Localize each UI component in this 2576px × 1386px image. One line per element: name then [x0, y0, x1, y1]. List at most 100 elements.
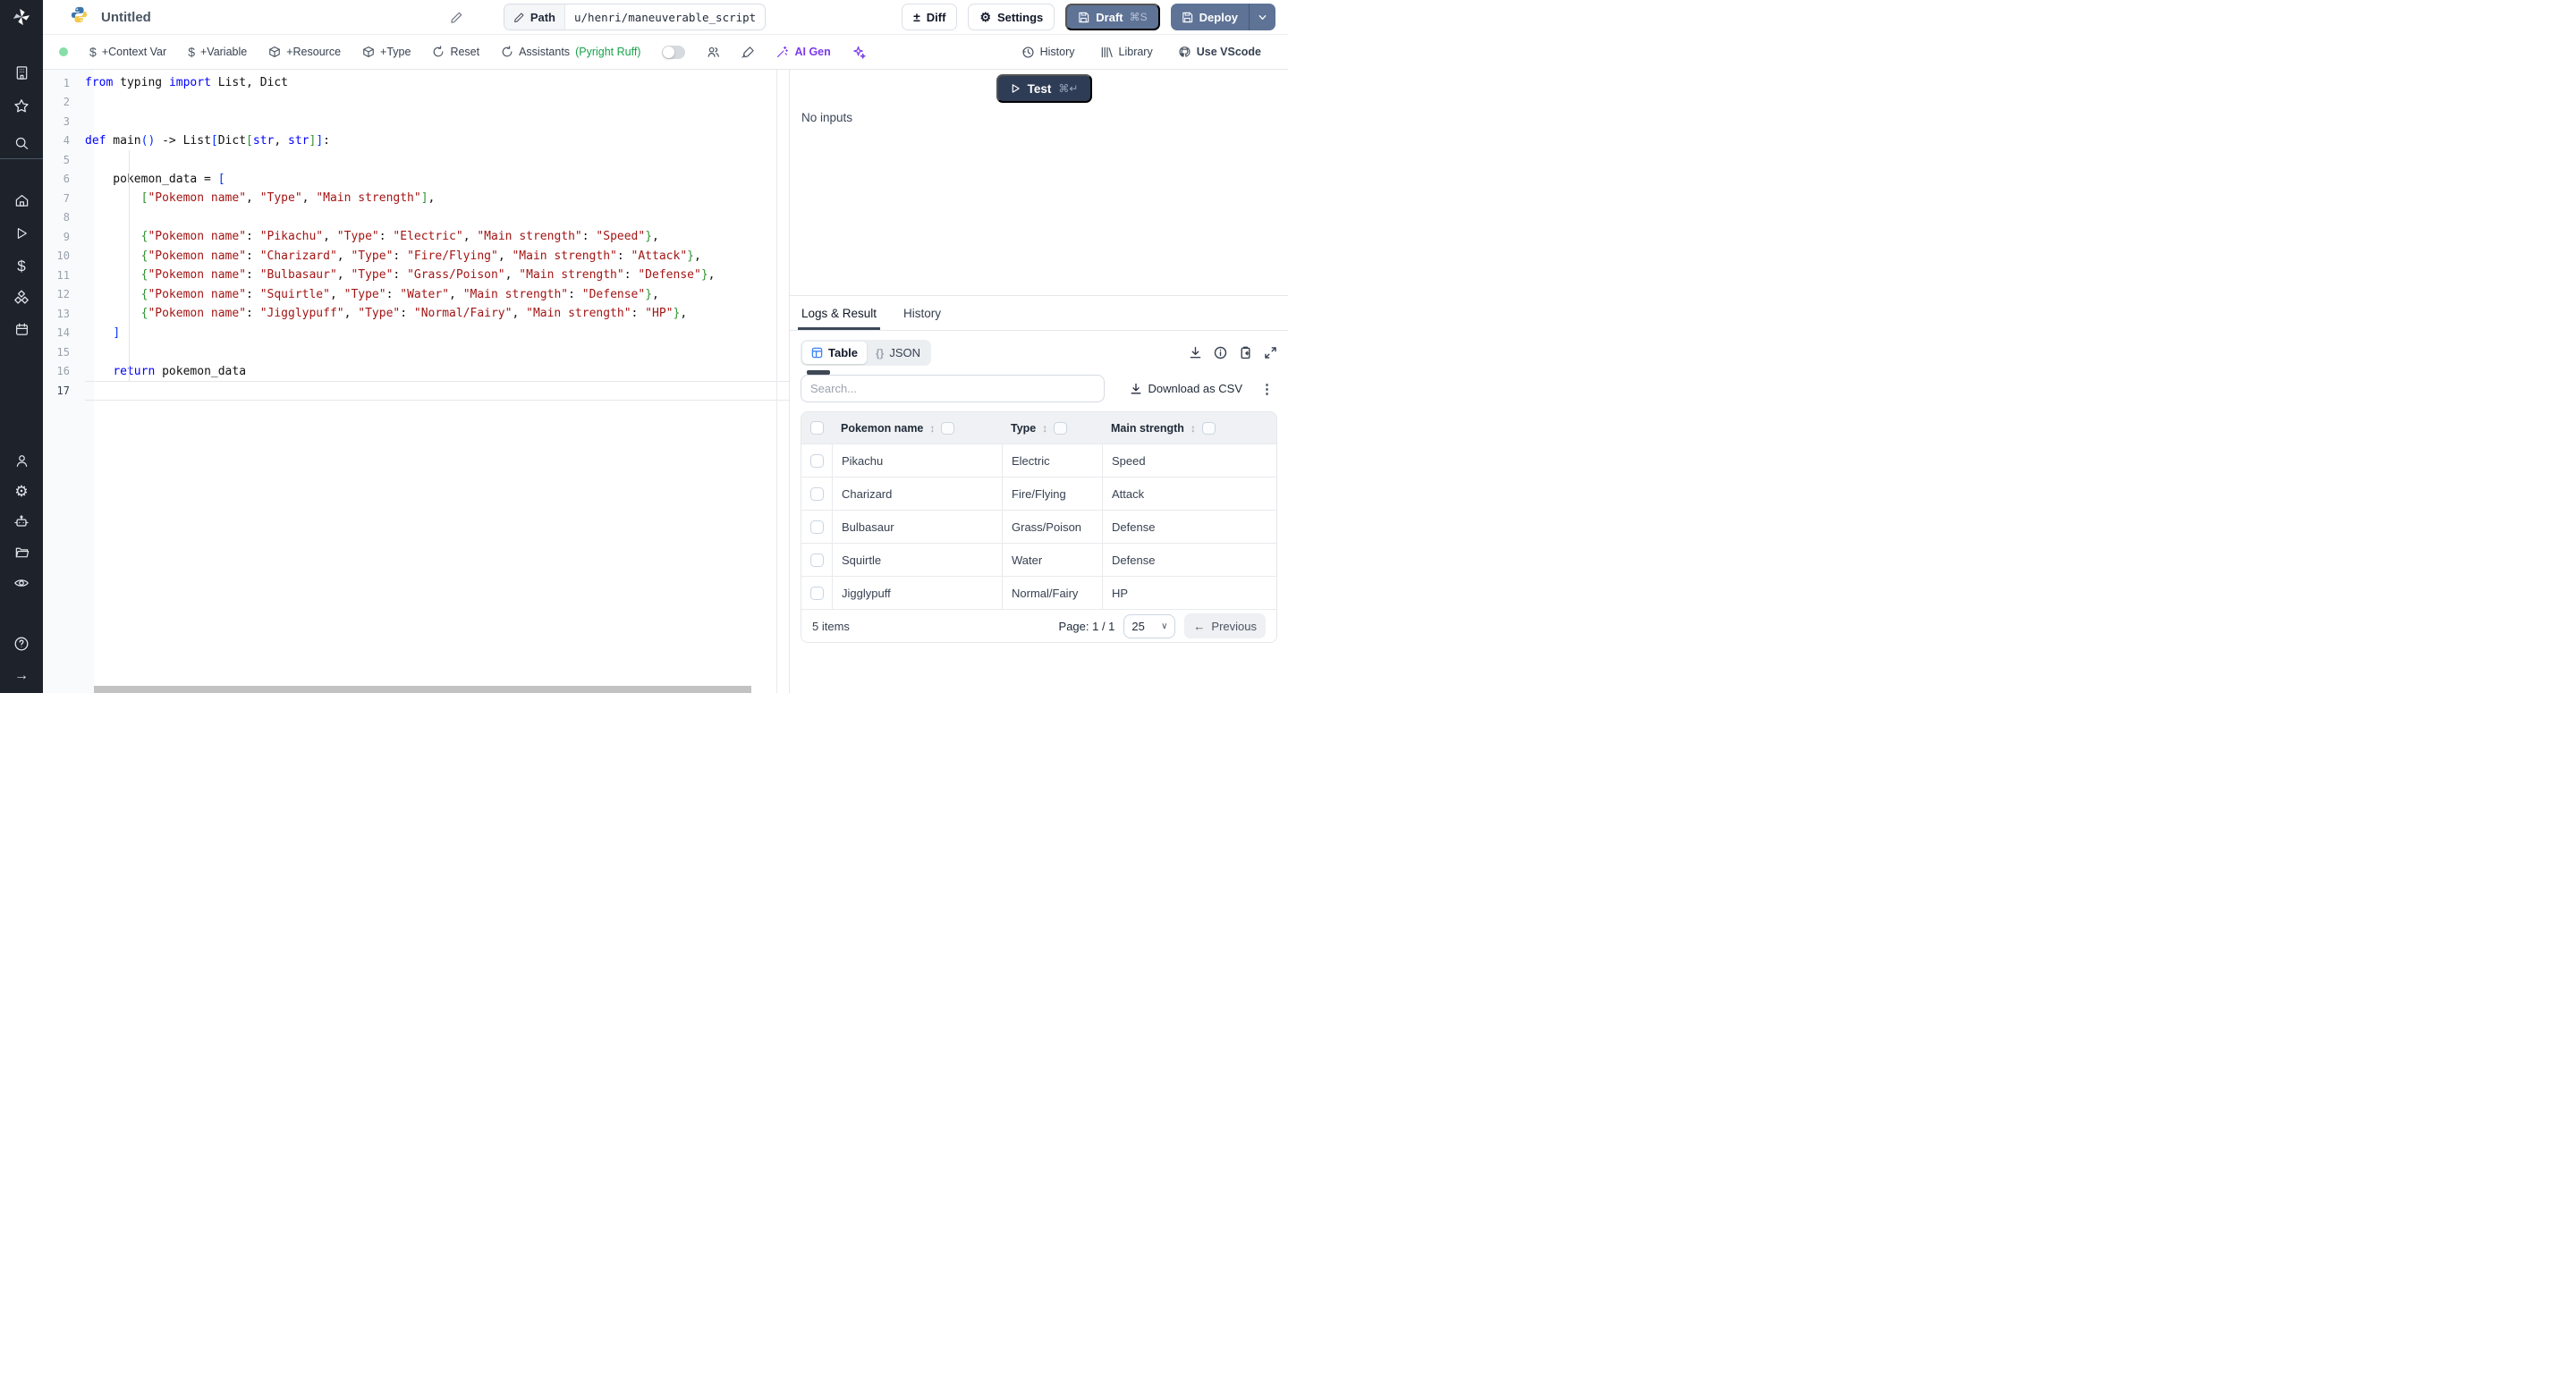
- download-csv-button[interactable]: Download as CSV: [1130, 382, 1243, 395]
- line-content[interactable]: ]: [85, 324, 789, 343]
- code-editor[interactable]: 1from typing import List, Dict234def mai…: [43, 70, 789, 693]
- draft-button[interactable]: Draft ⌘S: [1065, 4, 1159, 30]
- code-line[interactable]: 4def main() -> List[Dict[str, str]]:: [43, 131, 789, 151]
- add-context-var-button[interactable]: $ +Context Var: [89, 45, 166, 59]
- search-icon[interactable]: [13, 134, 30, 152]
- row-checkbox[interactable]: [810, 487, 824, 501]
- line-content[interactable]: [85, 208, 789, 228]
- select-all-checkbox[interactable]: [810, 421, 824, 435]
- line-content[interactable]: def main() -> List[Dict[str, str]]:: [85, 131, 789, 151]
- code-line[interactable]: 6 pokemon_data = [: [43, 170, 789, 190]
- expand-fullscreen-icon[interactable]: [1264, 346, 1277, 359]
- editor-horizontal-scrollbar[interactable]: [94, 686, 751, 693]
- add-resource-button[interactable]: +Resource: [268, 46, 341, 58]
- line-content[interactable]: [85, 150, 789, 170]
- split-drag-handle[interactable]: [807, 370, 830, 375]
- code-line[interactable]: 10 {"Pokemon name": "Charizard", "Type":…: [43, 247, 789, 266]
- download-result-icon[interactable]: [1189, 346, 1202, 359]
- help-icon[interactable]: [13, 635, 30, 653]
- multiplayer-toggle[interactable]: [662, 46, 685, 59]
- line-content[interactable]: {"Pokemon name": "Pikachu", "Type": "Ele…: [85, 227, 789, 247]
- copy-clipboard-icon[interactable]: [1239, 346, 1252, 359]
- user-icon[interactable]: [13, 452, 30, 469]
- code-line[interactable]: 12 {"Pokemon name": "Squirtle", "Type": …: [43, 285, 789, 305]
- view-json-chip[interactable]: {} JSON: [867, 342, 929, 364]
- code-line[interactable]: 9 {"Pokemon name": "Pikachu", "Type": "E…: [43, 227, 789, 247]
- line-content[interactable]: [85, 381, 789, 401]
- line-content[interactable]: [85, 93, 789, 113]
- line-content[interactable]: from typing import List, Dict: [85, 73, 789, 93]
- line-content[interactable]: pokemon_data = [: [85, 170, 789, 190]
- tab-history[interactable]: History: [903, 296, 941, 330]
- code-line[interactable]: 1from typing import List, Dict: [43, 73, 789, 93]
- code-line[interactable]: 3: [43, 112, 789, 131]
- folders-icon[interactable]: [13, 543, 30, 561]
- column-toggle[interactable]: [1054, 422, 1067, 435]
- ai-gen-button[interactable]: AI Gen: [776, 46, 830, 58]
- row-checkbox[interactable]: [810, 587, 824, 600]
- deploy-button[interactable]: Deploy: [1171, 4, 1249, 30]
- windmill-logo-icon[interactable]: [12, 7, 31, 31]
- line-content[interactable]: {"Pokemon name": "Charizard", "Type": "F…: [85, 247, 789, 266]
- table-row[interactable]: JigglypuffNormal/FairyHP: [801, 576, 1276, 609]
- add-type-button[interactable]: +Type: [362, 46, 411, 58]
- ai-sparkles-icon[interactable]: [852, 46, 866, 59]
- code-line[interactable]: 16 return pokemon_data: [43, 362, 789, 382]
- format-brush-icon[interactable]: [741, 46, 755, 59]
- settings-button[interactable]: ⚙ Settings: [968, 4, 1055, 30]
- deploy-dropdown-caret[interactable]: [1249, 4, 1275, 30]
- more-options-kebab-icon[interactable]: ⋮: [1260, 381, 1274, 397]
- audit-eye-icon[interactable]: [13, 574, 30, 592]
- path-field[interactable]: Path u/henri/maneuverable_script: [504, 4, 766, 30]
- assistants-button[interactable]: Assistants (Pyright Ruff): [501, 46, 640, 58]
- tab-logs-result[interactable]: Logs & Result: [801, 296, 877, 330]
- schedules-calendar-icon[interactable]: [13, 320, 30, 338]
- path-value[interactable]: u/henri/maneuverable_script: [565, 11, 765, 24]
- code-line[interactable]: 8: [43, 208, 789, 228]
- code-line[interactable]: 5: [43, 150, 789, 170]
- code-line[interactable]: 7 ["Pokemon name", "Type", "Main strengt…: [43, 189, 789, 208]
- settings-gear-icon[interactable]: ⚙: [13, 482, 30, 500]
- row-checkbox[interactable]: [810, 554, 824, 567]
- line-content[interactable]: {"Pokemon name": "Jigglypuff", "Type": "…: [85, 304, 789, 324]
- reset-button[interactable]: Reset: [432, 46, 479, 58]
- code-line[interactable]: 17: [43, 381, 789, 401]
- multiplayer-users-icon[interactable]: [707, 46, 720, 59]
- code-line[interactable]: 2: [43, 93, 789, 113]
- variables-dollar-icon[interactable]: $: [13, 257, 30, 275]
- column-toggle[interactable]: [1202, 422, 1216, 435]
- history-button[interactable]: History: [1021, 46, 1075, 59]
- line-content[interactable]: {"Pokemon name": "Bulbasaur", "Type": "G…: [85, 266, 789, 285]
- line-content[interactable]: return pokemon_data: [85, 362, 789, 382]
- table-row[interactable]: BulbasaurGrass/PoisonDefense: [801, 510, 1276, 543]
- row-checkbox[interactable]: [810, 454, 824, 468]
- edit-summary-pencil-icon[interactable]: [450, 11, 463, 24]
- row-checkbox[interactable]: [810, 520, 824, 534]
- home-icon[interactable]: [13, 191, 30, 209]
- add-variable-button[interactable]: $ +Variable: [188, 45, 247, 59]
- runs-play-icon[interactable]: [13, 224, 30, 242]
- code-line[interactable]: 11 {"Pokemon name": "Bulbasaur", "Type":…: [43, 266, 789, 285]
- diff-button[interactable]: ± Diff: [902, 4, 957, 30]
- previous-page-button[interactable]: ← Previous: [1184, 613, 1266, 638]
- favorites-star-icon[interactable]: [13, 97, 30, 115]
- workspace-icon[interactable]: [13, 63, 30, 81]
- library-button[interactable]: Library: [1100, 46, 1153, 59]
- table-row[interactable]: CharizardFire/FlyingAttack: [801, 477, 1276, 510]
- code-line[interactable]: 14 ]: [43, 324, 789, 343]
- sort-icon[interactable]: ↕: [1191, 422, 1196, 435]
- table-row[interactable]: SquirtleWaterDefense: [801, 543, 1276, 576]
- line-content[interactable]: ["Pokemon name", "Type", "Main strength"…: [85, 189, 789, 208]
- line-content[interactable]: [85, 342, 789, 362]
- sort-icon[interactable]: ↕: [929, 422, 935, 435]
- resources-cubes-icon[interactable]: [13, 289, 30, 307]
- sort-icon[interactable]: ↕: [1042, 422, 1047, 435]
- view-table-chip[interactable]: Table: [802, 342, 867, 364]
- collapse-arrow-icon[interactable]: →: [13, 667, 30, 685]
- test-run-button[interactable]: Test ⌘↵: [996, 74, 1092, 103]
- page-size-select[interactable]: 25 ∨: [1123, 614, 1175, 638]
- info-icon[interactable]: [1214, 346, 1227, 359]
- code-line[interactable]: 15: [43, 342, 789, 362]
- column-toggle[interactable]: [941, 422, 954, 435]
- table-row[interactable]: PikachuElectricSpeed: [801, 444, 1276, 477]
